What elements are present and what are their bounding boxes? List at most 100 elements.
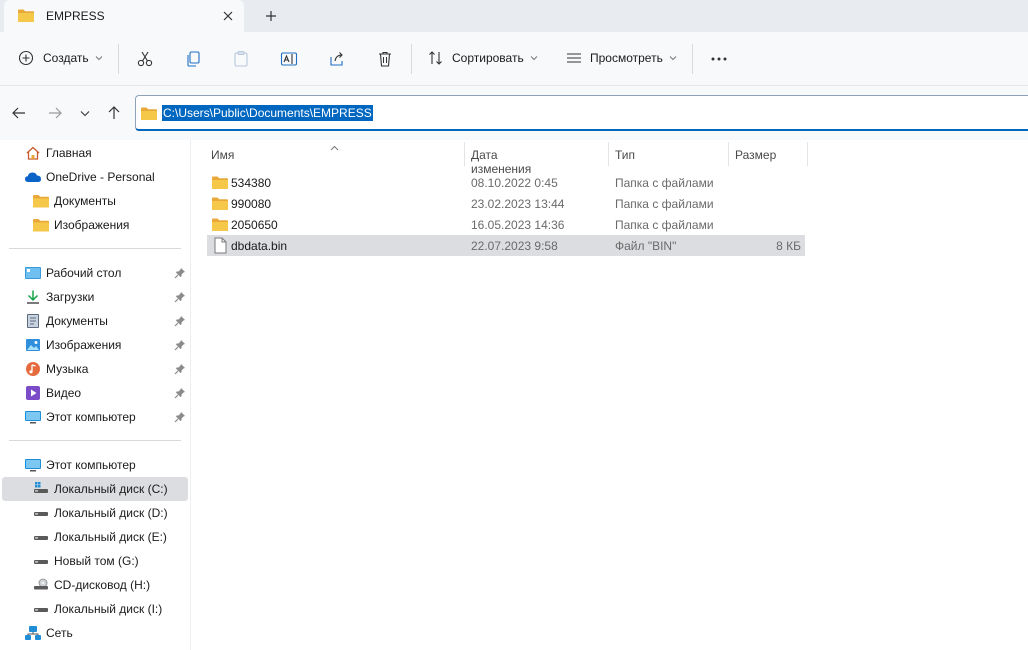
sidebar-item-label: OneDrive - Personal — [46, 170, 155, 184]
sidebar-item-downloads[interactable]: Загрузки — [2, 285, 188, 309]
system-drive-icon — [32, 480, 50, 498]
download-icon — [24, 288, 42, 306]
forward-arrow-icon[interactable] — [44, 102, 66, 124]
command-bar: Создать Сортировать Просмотреть — [0, 32, 1028, 86]
chevron-down-icon — [95, 56, 102, 61]
column-header-label: Тип — [615, 148, 636, 162]
address-bar[interactable]: C:\Users\Public\Documents\EMPRESS — [135, 95, 1028, 131]
sidebar-item-documents[interactable]: Документы — [2, 309, 188, 333]
column-divider[interactable] — [464, 142, 465, 166]
toolbar-divider — [692, 44, 693, 74]
drive-icon — [32, 600, 50, 618]
navigation-pane: Главная OneDrive - Personal Документы Из… — [0, 140, 190, 650]
table-row[interactable]: dbdata.bin 22.07.2023 9:58 Файл "BIN" 8 … — [207, 235, 805, 256]
file-name: 990080 — [231, 197, 272, 211]
pin-icon[interactable] — [174, 339, 186, 351]
sidebar-item-drive-i[interactable]: Локальный диск (I:) — [2, 597, 188, 621]
cut-icon[interactable] — [132, 46, 158, 72]
table-row[interactable]: 534380 08.10.2022 0:45 Папка с файлами — [207, 172, 805, 193]
sidebar-divider — [9, 440, 181, 441]
view-button[interactable]: Просмотреть — [566, 42, 677, 74]
sidebar-divider — [9, 248, 181, 249]
close-icon[interactable] — [218, 6, 238, 26]
sidebar-item-label: Рабочий стол — [46, 266, 122, 280]
file-type: Файл "BIN" — [615, 239, 677, 253]
pin-icon[interactable] — [174, 267, 186, 279]
up-arrow-icon[interactable] — [103, 102, 125, 124]
sidebar-item-label: Новый том (G:) — [54, 554, 139, 568]
pin-icon[interactable] — [174, 411, 186, 423]
copy-icon[interactable] — [180, 46, 206, 72]
sidebar-item-drive-e[interactable]: Локальный диск (E:) — [2, 525, 188, 549]
sidebar-item-onedrive[interactable]: OneDrive - Personal — [2, 165, 188, 189]
sidebar-item-drive-d[interactable]: Локальный диск (D:) — [2, 501, 188, 525]
file-list: Имя Дата изменения Тип Размер 534380 08.… — [191, 140, 1028, 650]
sort-button[interactable]: Сортировать — [428, 42, 538, 74]
sidebar-item-drive-c[interactable]: Локальный диск (C:) — [2, 477, 188, 501]
sidebar-item-drive-g[interactable]: Новый том (G:) — [2, 549, 188, 573]
desktop-icon — [24, 264, 42, 282]
create-button[interactable]: Создать — [18, 42, 103, 74]
paste-icon[interactable] — [228, 46, 254, 72]
table-row[interactable]: 2050650 16.05.2023 14:36 Папка с файлами — [207, 214, 805, 235]
file-name: 534380 — [231, 176, 272, 190]
sidebar-item-drive-h[interactable]: CD-дисковод (H:) — [2, 573, 188, 597]
sidebar-item-pictures[interactable]: Изображения — [2, 333, 188, 357]
sidebar-item-onedrive-pictures[interactable]: Изображения — [2, 213, 188, 237]
column-header-label: Имя — [211, 148, 235, 162]
sidebar-item-network[interactable]: Сеть — [2, 621, 188, 645]
tab-title: EMPRESS — [46, 9, 105, 23]
sidebar-item-label: Загрузки — [46, 290, 95, 304]
pin-icon[interactable] — [174, 363, 186, 375]
pin-icon[interactable] — [174, 387, 186, 399]
create-label: Создать — [43, 51, 89, 65]
sidebar-item-desktop[interactable]: Рабочий стол — [2, 261, 188, 285]
sidebar-item-label: Сеть — [46, 626, 73, 640]
sort-icon — [429, 51, 442, 65]
recent-chevron-icon[interactable] — [74, 102, 96, 124]
file-name: dbdata.bin — [231, 239, 288, 253]
delete-icon[interactable] — [372, 46, 398, 72]
pictures-icon — [24, 336, 42, 354]
cloud-icon — [24, 168, 42, 186]
sidebar-item-this-pc-quick[interactable]: Этот компьютер — [2, 405, 188, 429]
sidebar-item-label: Видео — [46, 386, 82, 400]
drive-icon — [32, 504, 50, 522]
sidebar-item-label: CD-дисковод (H:) — [54, 578, 151, 592]
sidebar-item-label: Изображения — [54, 218, 130, 232]
documents-icon — [24, 312, 42, 330]
folder-icon — [17, 8, 35, 23]
sidebar-item-label: Документы — [46, 314, 108, 328]
tab-empress[interactable]: EMPRESS — [4, 0, 244, 32]
sidebar-item-home[interactable]: Главная — [2, 141, 188, 165]
column-divider[interactable] — [728, 142, 729, 166]
pin-icon[interactable] — [174, 291, 186, 303]
pin-icon[interactable] — [174, 315, 186, 327]
column-header-label: Размер — [735, 148, 777, 162]
sidebar-item-this-pc[interactable]: Этот компьютер — [2, 453, 188, 477]
cd-drive-icon — [32, 576, 50, 594]
file-date: 08.10.2022 0:45 — [471, 176, 558, 190]
address-path[interactable]: C:\Users\Public\Documents\EMPRESS — [162, 105, 373, 121]
rename-icon[interactable] — [276, 46, 302, 72]
column-divider[interactable] — [807, 142, 808, 166]
sidebar-item-onedrive-documents[interactable]: Документы — [2, 189, 188, 213]
plus-icon[interactable] — [260, 6, 282, 26]
home-icon — [24, 144, 42, 162]
chevron-down-icon — [669, 56, 677, 61]
sidebar-item-video[interactable]: Видео — [2, 381, 188, 405]
computer-icon — [24, 456, 42, 474]
sidebar-item-label: Локальный диск (E:) — [54, 530, 167, 544]
file-icon — [211, 237, 229, 254]
sidebar-item-label: Документы — [54, 194, 116, 208]
more-icon[interactable] — [706, 46, 732, 72]
back-arrow-icon[interactable] — [8, 102, 30, 124]
share-icon[interactable] — [324, 46, 350, 72]
column-divider[interactable] — [608, 142, 609, 166]
file-date: 16.05.2023 14:36 — [471, 218, 565, 232]
file-size: 8 КБ — [776, 239, 801, 253]
address-row: C:\Users\Public\Documents\EMPRESS — [0, 86, 1028, 140]
table-row[interactable]: 990080 23.02.2023 13:44 Папка с файлами — [207, 193, 805, 214]
sidebar-item-music[interactable]: Музыка — [2, 357, 188, 381]
folder-icon — [211, 174, 229, 191]
